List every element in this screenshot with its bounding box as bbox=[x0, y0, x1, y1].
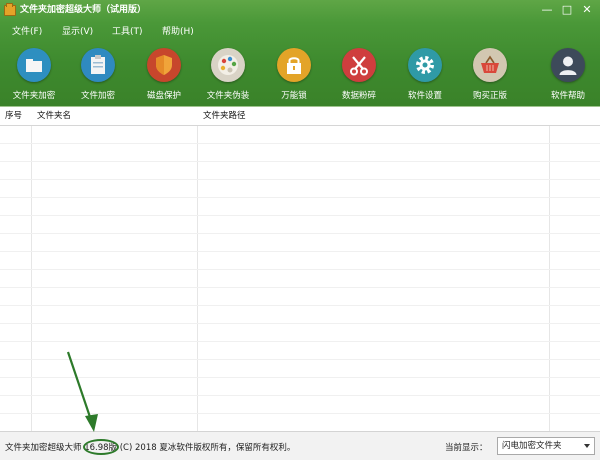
menu-tools[interactable]: 工具(T) bbox=[112, 26, 143, 39]
row-divider bbox=[0, 161, 600, 162]
row-divider bbox=[0, 287, 600, 288]
scissors-icon bbox=[342, 48, 376, 82]
row-divider bbox=[0, 215, 600, 216]
buy-license-button[interactable]: 购买正版 bbox=[458, 48, 522, 104]
clipboard-icon bbox=[81, 48, 115, 82]
gear-icon bbox=[408, 48, 442, 82]
file-encrypt-button[interactable]: 文件加密 bbox=[66, 48, 130, 104]
window-title: 文件夹加密超级大师（试用版） bbox=[20, 5, 147, 15]
shield-icon bbox=[147, 48, 181, 82]
close-button[interactable]: ✕ bbox=[578, 3, 596, 17]
minimize-button[interactable]: — bbox=[538, 3, 556, 17]
view-select-value: 闪电加密文件夹 bbox=[502, 441, 562, 451]
row-divider bbox=[0, 251, 600, 252]
status-bar: 文件夹加密超级大师 16.98版 (C) 2018 夏冰软件版权所有，保留所有权… bbox=[0, 431, 600, 460]
row-divider bbox=[0, 341, 600, 342]
maximize-button[interactable]: □ bbox=[558, 3, 576, 17]
help-button[interactable]: 软件帮助 bbox=[536, 48, 600, 104]
row-divider bbox=[0, 305, 600, 306]
menu-bar: 文件(F) 显示(V) 工具(T) 帮助(H) bbox=[0, 24, 600, 40]
row-divider bbox=[0, 143, 600, 144]
column-header-name[interactable]: 文件夹名 bbox=[37, 110, 71, 122]
data-shred-button[interactable]: 数据粉碎 bbox=[327, 48, 391, 104]
menu-file[interactable]: 文件(F) bbox=[12, 26, 42, 39]
version-highlight-circle bbox=[83, 439, 119, 455]
app-folder-icon bbox=[4, 3, 16, 16]
universal-lock-button[interactable]: 万能锁 bbox=[262, 48, 326, 104]
menu-view[interactable]: 显示(V) bbox=[62, 26, 93, 39]
copyright-text: 文件夹加密超级大师 16.98版 (C) 2018 夏冰软件版权所有，保留所有权… bbox=[5, 443, 296, 453]
current-view-label: 当前显示： bbox=[445, 443, 488, 453]
disk-protect-button[interactable]: 磁盘保护 bbox=[132, 48, 196, 104]
lock-icon bbox=[277, 48, 311, 82]
app-window: 文件夹加密超级大师（试用版） — □ ✕ 文件(F) 显示(V) 工具(T) 帮… bbox=[0, 0, 600, 460]
view-select[interactable]: 闪电加密文件夹 bbox=[497, 437, 595, 455]
table-header: 序号 文件夹名 文件夹路径 bbox=[0, 107, 600, 126]
annotation-arrow-icon bbox=[66, 351, 98, 432]
basket-icon bbox=[473, 48, 507, 82]
folder-disguise-button[interactable]: 文件夹伪装 bbox=[196, 48, 260, 104]
row-divider bbox=[0, 269, 600, 270]
chevron-down-icon[interactable] bbox=[584, 444, 590, 448]
row-divider bbox=[0, 323, 600, 324]
column-header-path[interactable]: 文件夹路径 bbox=[203, 110, 246, 122]
user-icon bbox=[551, 48, 585, 82]
menu-help[interactable]: 帮助(H) bbox=[162, 26, 194, 39]
row-divider bbox=[0, 197, 600, 198]
tool-label: 购买正版 bbox=[472, 91, 507, 101]
row-divider bbox=[0, 179, 600, 180]
column-header-index[interactable]: 序号 bbox=[5, 110, 22, 122]
row-divider bbox=[0, 233, 600, 234]
header: 文件夹加密超级大师（试用版） — □ ✕ 文件(F) 显示(V) 工具(T) 帮… bbox=[0, 0, 600, 106]
tool-label: 软件帮助 bbox=[550, 91, 585, 101]
settings-button[interactable]: 软件设置 bbox=[393, 48, 457, 104]
folder-encrypt-button[interactable]: 文件夹加密 bbox=[2, 48, 66, 104]
title-bar: 文件夹加密超级大师（试用版） — □ ✕ bbox=[0, 0, 600, 22]
folder-icon bbox=[17, 48, 51, 82]
palette-icon bbox=[211, 48, 245, 82]
